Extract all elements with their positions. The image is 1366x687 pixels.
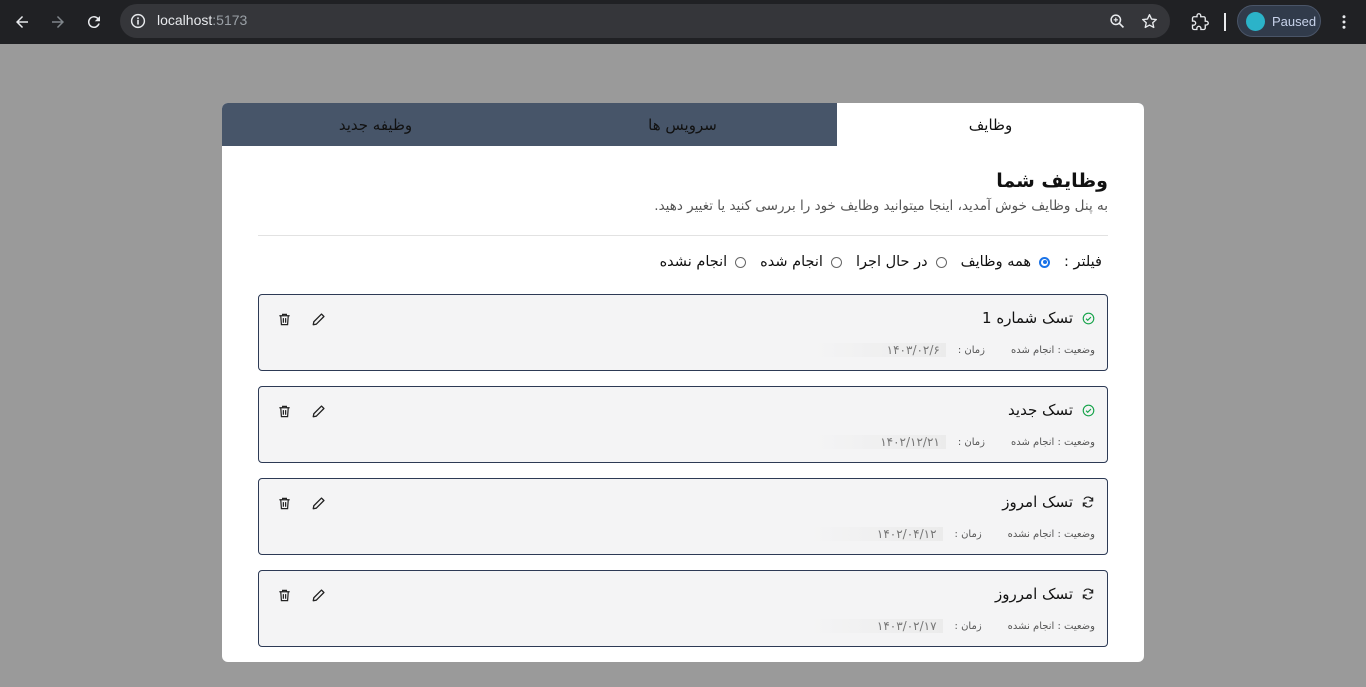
- url-host: localhost: [157, 12, 213, 28]
- edit-button[interactable]: [309, 310, 327, 328]
- check-circle-icon: [1081, 311, 1095, 325]
- forward-button[interactable]: [44, 8, 72, 36]
- filter-option-label: انجام شده: [760, 254, 823, 270]
- task-status: وضعیت : انجام نشده: [1007, 620, 1095, 632]
- url-text: localhost:5173: [157, 12, 247, 28]
- profile-button[interactable]: Paused: [1237, 5, 1321, 37]
- delete-button[interactable]: [275, 586, 293, 604]
- delete-button[interactable]: [275, 494, 293, 512]
- trash-icon: [278, 589, 290, 601]
- pencil-icon: [312, 312, 325, 325]
- address-bar[interactable]: localhost:5173: [120, 4, 1170, 38]
- arrow-left-icon: [16, 16, 28, 28]
- task-status: وضعیت : انجام شده: [1010, 344, 1095, 356]
- tasks-panel: وظایف سرویس ها وظیفه جدید وظایف شما به پ…: [222, 103, 1144, 662]
- radio-checked-icon[interactable]: [1039, 256, 1051, 268]
- task-title: تسک امروز: [1002, 493, 1073, 511]
- site-info-icon[interactable]: [128, 11, 148, 31]
- task-header: تسک شماره 1: [982, 309, 1095, 327]
- task-time-label: زمان :: [954, 528, 982, 540]
- task-time-label: زمان :: [957, 436, 985, 448]
- task-status: وضعیت : انجام شده: [1010, 436, 1095, 448]
- task-card: تسک امرروز وضعیت : انجام نشده زمان : ۱۴۰…: [258, 570, 1108, 647]
- radio-icon[interactable]: [735, 256, 747, 268]
- tab-bar: وظایف سرویس ها وظیفه جدید: [222, 103, 1144, 146]
- back-button[interactable]: [8, 8, 36, 36]
- zoom-icon[interactable]: [1107, 11, 1127, 31]
- trash-icon: [278, 497, 290, 509]
- trash-icon: [278, 405, 290, 417]
- filter-option-label: در حال اجرا: [855, 254, 928, 270]
- edit-button[interactable]: [309, 586, 327, 604]
- filter-option-label: همه وظایف: [960, 254, 1032, 270]
- filter-not-done-radio[interactable]: انجام نشده: [660, 254, 747, 270]
- trash-icon: [278, 313, 290, 325]
- filter-option-label: انجام نشده: [659, 254, 728, 270]
- task-header: تسک جدید: [1008, 401, 1095, 419]
- puzzle-icon: [1191, 13, 1209, 31]
- task-card: تسک امروز وضعیت : انجام نشده زمان : ۱۴۰۲…: [258, 478, 1108, 555]
- avatar: [1246, 12, 1265, 31]
- task-header: تسک امروز: [1002, 493, 1095, 511]
- radio-icon[interactable]: [935, 256, 947, 268]
- task-date: ۱۴۰۳/۰۲/۶: [813, 343, 946, 357]
- filter-running-radio[interactable]: در حال اجرا: [856, 254, 947, 270]
- tab-services[interactable]: سرویس ها: [529, 103, 836, 146]
- edit-button[interactable]: [309, 402, 327, 420]
- arrow-right-icon: [52, 16, 64, 28]
- delete-button[interactable]: [275, 310, 293, 328]
- task-date: ۱۴۰۳/۰۲/۱۷: [810, 619, 943, 633]
- task-meta: وضعیت : انجام نشده زمان : ۱۴۰۳/۰۲/۱۷: [810, 619, 1095, 633]
- filter-done-radio[interactable]: انجام شده: [760, 254, 842, 270]
- filter-bar: فیلتر : همه وظایف در حال اجرا انجام شده …: [646, 254, 1102, 270]
- tab-tasks[interactable]: وظایف: [837, 103, 1144, 146]
- toolbar-separator: [1224, 13, 1226, 31]
- task-card: تسک جدید وضعیت : انجام شده زمان : ۱۴۰۲/۱…: [258, 386, 1108, 463]
- browser-menu-button[interactable]: [1330, 8, 1358, 36]
- reload-button[interactable]: [80, 8, 108, 36]
- edit-button[interactable]: [309, 494, 327, 512]
- task-title: تسک جدید: [1008, 401, 1073, 419]
- page-title: وظایف شما: [996, 170, 1108, 192]
- filter-label: فیلتر :: [1064, 254, 1102, 270]
- task-status: وضعیت : انجام نشده: [1007, 528, 1095, 540]
- task-title: تسک شماره 1: [982, 309, 1073, 327]
- task-time-label: زمان :: [954, 620, 982, 632]
- check-circle-icon: [1081, 403, 1095, 417]
- filter-all-radio[interactable]: همه وظایف: [960, 254, 1051, 270]
- tab-new-task[interactable]: وظیفه جدید: [222, 103, 529, 146]
- bookmark-star-icon[interactable]: [1139, 11, 1159, 31]
- pencil-icon: [312, 496, 325, 509]
- refresh-icon: [1081, 587, 1095, 601]
- task-time-label: زمان :: [957, 344, 985, 356]
- task-meta: وضعیت : انجام شده زمان : ۱۴۰۲/۱۲/۲۱: [813, 435, 1095, 449]
- extensions-button[interactable]: [1186, 8, 1214, 36]
- task-title: تسک امرروز: [995, 585, 1073, 603]
- browser-toolbar: localhost:5173 Paused: [0, 0, 1366, 44]
- url-port: :5173: [212, 12, 248, 28]
- task-date: ۱۴۰۲/۰۴/۱۲: [810, 527, 943, 541]
- task-meta: وضعیت : انجام شده زمان : ۱۴۰۳/۰۲/۶: [813, 343, 1095, 357]
- delete-button[interactable]: [275, 402, 293, 420]
- task-header: تسک امرروز: [995, 585, 1095, 603]
- task-meta: وضعیت : انجام نشده زمان : ۱۴۰۲/۰۴/۱۲: [810, 527, 1095, 541]
- divider: [258, 235, 1108, 236]
- pencil-icon: [312, 588, 325, 601]
- pencil-icon: [312, 404, 325, 417]
- reload-icon: [87, 16, 100, 29]
- task-card: تسک شماره 1 وضعیت : انجام شده زمان : ۱۴۰…: [258, 294, 1108, 371]
- profile-label: Paused: [1272, 14, 1317, 29]
- radio-icon[interactable]: [830, 256, 842, 268]
- more-vert-icon: [1342, 15, 1346, 29]
- task-date: ۱۴۰۲/۱۲/۲۱: [813, 435, 946, 449]
- refresh-icon: [1081, 495, 1095, 509]
- page-subtitle: به پنل وظایف خوش آمدید، اینجا میتوانید و…: [654, 198, 1108, 214]
